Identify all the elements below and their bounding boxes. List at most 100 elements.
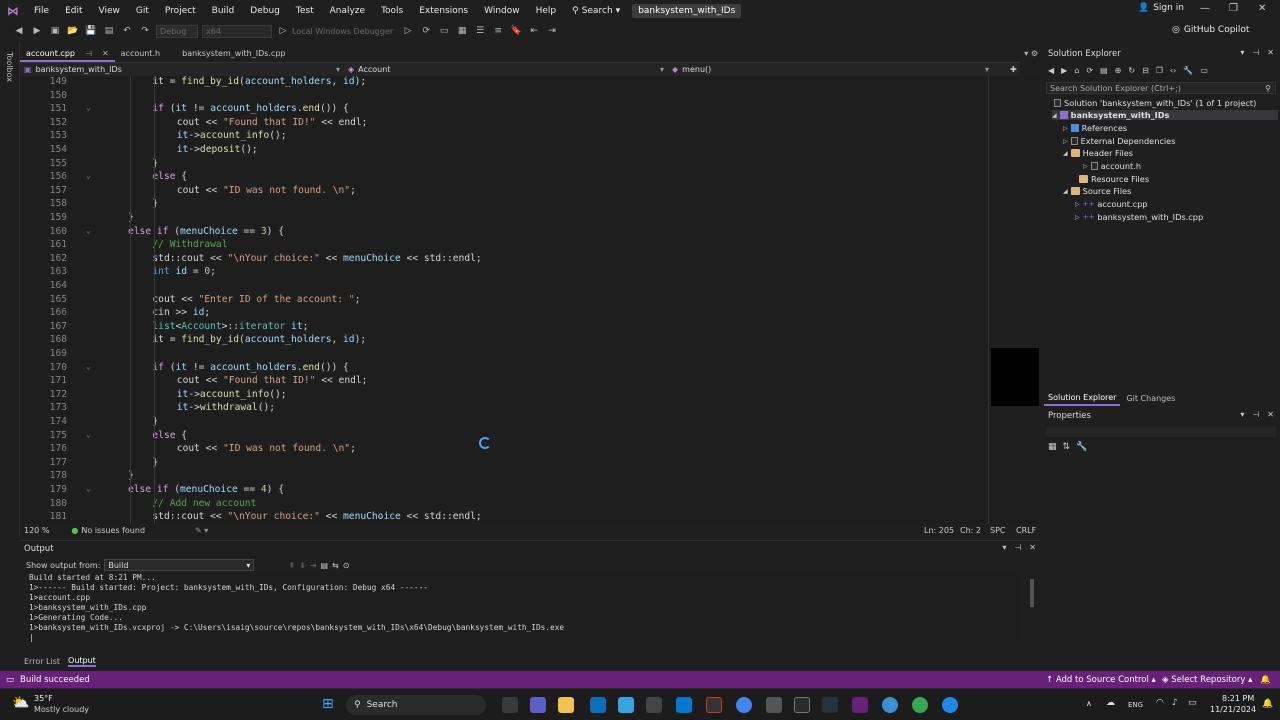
menu-view[interactable]: View: [91, 6, 128, 16]
menu-edit[interactable]: Edit: [57, 6, 90, 16]
tab-output[interactable]: Output: [68, 656, 96, 667]
tray-overflow-icon[interactable]: ∧: [1086, 699, 1092, 708]
code-line[interactable]: 164: [20, 280, 988, 294]
output-text[interactable]: Build started at 8:21 PM... 1>------ Bui…: [29, 573, 1019, 647]
scope-dropdown[interactable]: ◈ Account: [348, 65, 390, 74]
github-copilot-button[interactable]: ◎ GitHub Copilot: [1172, 25, 1249, 35]
code-line[interactable]: 157 cout << "ID was not found. \n";: [20, 185, 988, 199]
property-pages-icon[interactable]: 🔧: [1076, 442, 1087, 452]
next-message-icon[interactable]: ⇥: [310, 561, 317, 570]
notifications-icon[interactable]: 🔔: [1260, 675, 1271, 685]
toolbox-icon[interactable]: ▦: [455, 25, 469, 37]
word-wrap-icon[interactable]: ⇆: [332, 561, 339, 570]
windows-start-icon[interactable]: ⊞: [322, 696, 334, 712]
code-line[interactable]: 158}: [20, 198, 988, 212]
app-blue-icon[interactable]: [942, 697, 958, 713]
menu-extensions[interactable]: Extensions: [411, 6, 476, 16]
code-line[interactable]: 150: [20, 90, 988, 104]
settings-icon[interactable]: [766, 697, 782, 713]
code-view-icon[interactable]: ▭: [1200, 66, 1208, 75]
line-number[interactable]: Ln: 205: [924, 526, 954, 535]
volume-icon[interactable]: ♪: [1172, 698, 1178, 708]
fold-toggle-icon[interactable]: ⌄: [86, 226, 91, 235]
fold-toggle-icon[interactable]: ⌄: [86, 430, 91, 439]
taskbar-search[interactable]: ⚲ Search: [346, 695, 486, 715]
prev-message-icon[interactable]: ⇟: [299, 561, 306, 570]
run-target-label[interactable]: Local Windows Debugger: [292, 27, 393, 36]
menu-git[interactable]: Git: [128, 6, 157, 16]
code-cleanup-icon[interactable]: ✎ ▾: [195, 526, 208, 535]
search-button[interactable]: ⚲ Search ▾: [564, 6, 628, 16]
panel-controls[interactable]: ▾ ⊣ ✕: [1240, 48, 1274, 57]
pending-changes-icon[interactable]: ⊕: [1115, 66, 1122, 75]
fold-toggle-icon[interactable]: ⌄: [86, 103, 91, 112]
tab-error-list[interactable]: Error List: [24, 657, 60, 666]
fold-toggle-icon[interactable]: ⌄: [86, 362, 91, 371]
code-line[interactable]: 172 it->account_info();: [20, 389, 988, 403]
panel-controls[interactable]: ▾ ⊣ ✕: [1002, 543, 1036, 552]
uncomment-icon[interactable]: ≡: [491, 25, 505, 37]
code-line[interactable]: 177}: [20, 457, 988, 471]
tree-source-files[interactable]: ◢ Source Files: [1063, 186, 1131, 196]
window-layout-icon[interactable]: ▭: [437, 25, 451, 37]
navigate-forward-icon[interactable]: ▶: [30, 25, 44, 37]
menu-help[interactable]: Help: [528, 6, 565, 16]
wifi-icon[interactable]: ◠: [1156, 698, 1164, 708]
code-line[interactable]: 181 std::cout << "\nYour choice:" << menu…: [20, 511, 988, 524]
tree-external-dependencies[interactable]: ▷ External Dependencies: [1063, 136, 1175, 146]
code-line[interactable]: 155}: [20, 158, 988, 172]
outlook-icon[interactable]: [590, 697, 606, 713]
code-line[interactable]: 162 std::cout << "\nYour choice:" << menu…: [20, 253, 988, 267]
platform-select[interactable]: x64: [202, 24, 272, 38]
bookmark-next-icon[interactable]: ⇥: [545, 25, 559, 37]
categorized-icon[interactable]: ▦: [1048, 442, 1057, 452]
ide-icon[interactable]: [822, 697, 838, 713]
restore-icon[interactable]: ❐: [1229, 3, 1238, 14]
back-icon[interactable]: ◀: [1048, 66, 1054, 75]
switch-views-icon[interactable]: ▤: [1100, 66, 1108, 75]
tab-solution-explorer[interactable]: Solution Explorer: [1044, 391, 1121, 406]
bookmark-icon[interactable]: 🔖: [509, 25, 523, 37]
code-line[interactable]: 169: [20, 348, 988, 362]
menu-project[interactable]: Project: [157, 6, 204, 16]
code-line[interactable]: 159}: [20, 212, 988, 226]
teams-icon[interactable]: [530, 697, 546, 713]
weather-icon[interactable]: ⛅: [12, 695, 29, 711]
solution-search-input[interactable]: Search Solution Explorer (Ctrl+;) ⚲: [1046, 82, 1276, 94]
code-line[interactable]: 168 it = find_by_id(account_holders, id);: [20, 334, 988, 348]
show-all-files-icon[interactable]: ❐: [1156, 66, 1163, 75]
chevron-down-icon[interactable]: ▾: [985, 65, 989, 74]
file-explorer-icon[interactable]: [558, 697, 574, 713]
code-line[interactable]: 156 ⌄ else {: [20, 171, 988, 185]
forward-icon[interactable]: ▶: [1061, 66, 1067, 75]
code-line[interactable]: 153 it->account_info();: [20, 130, 988, 144]
refresh-icon[interactable]: ↻: [1128, 66, 1135, 75]
redo-icon[interactable]: ↷: [138, 25, 152, 37]
select-repository-button[interactable]: ◈ Select Repository ▴: [1162, 675, 1252, 685]
fold-toggle-icon[interactable]: ⌄: [86, 484, 91, 493]
visual-studio-icon[interactable]: [852, 697, 868, 713]
split-editor-icon[interactable]: ✚: [1010, 65, 1017, 74]
output-source-select[interactable]: Build ▾: [104, 559, 255, 571]
comment-icon[interactable]: ☰: [473, 25, 487, 37]
cloud-icon[interactable]: ☁: [1106, 698, 1115, 708]
menu-window[interactable]: Window: [476, 6, 528, 16]
task-view-icon[interactable]: [502, 697, 518, 713]
open-folder-icon[interactable]: 📂: [66, 25, 80, 37]
tree-account-cpp[interactable]: ▷ ++ account.cpp: [1075, 199, 1147, 209]
code-line[interactable]: 167 list<Account>::iterator it;: [20, 321, 988, 335]
member-dropdown[interactable]: ◆ menu(): [672, 65, 711, 74]
minimize-icon[interactable]: —: [1200, 3, 1210, 14]
properties-icon[interactable]: 🔧: [1183, 66, 1193, 75]
collapse-all-icon[interactable]: ⊟: [1142, 66, 1149, 75]
tab-git-changes[interactable]: Git Changes: [1126, 394, 1175, 403]
fold-toggle-icon[interactable]: ⌄: [86, 171, 91, 180]
code-line[interactable]: 175 ⌄ else {: [20, 430, 988, 444]
preview-icon[interactable]: ‹›: [1170, 66, 1176, 75]
line-ending[interactable]: CRLF: [1016, 526, 1036, 535]
minimap-viewport[interactable]: [991, 348, 1039, 406]
battery-icon[interactable]: ▭: [1188, 698, 1197, 708]
code-line[interactable]: 163 int id = 0;: [20, 266, 988, 280]
chevron-down-icon[interactable]: ▾: [336, 65, 340, 74]
issues-status[interactable]: No issues found: [81, 526, 145, 535]
